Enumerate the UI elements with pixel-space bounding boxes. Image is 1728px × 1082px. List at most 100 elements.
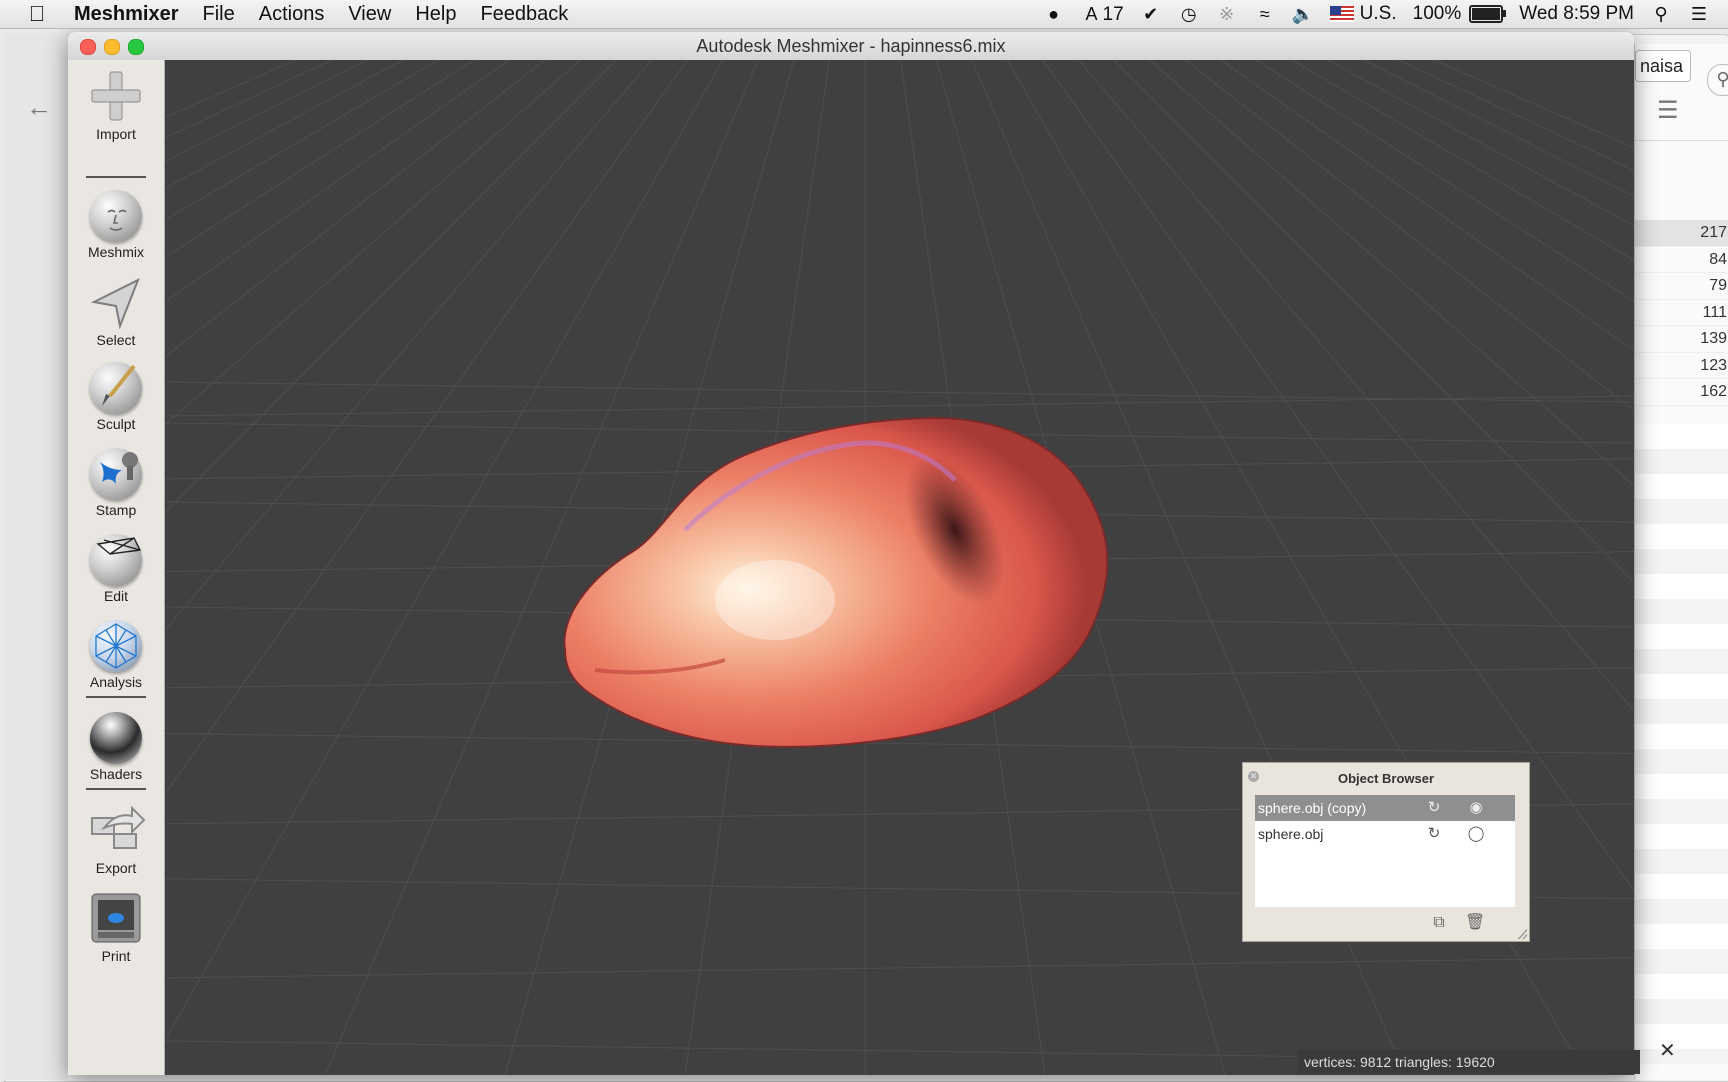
tool-edit[interactable]: Edit bbox=[68, 534, 164, 604]
bluetooth-icon[interactable]: ※ bbox=[1216, 3, 1238, 25]
background-close-icon[interactable]: ✕ bbox=[1659, 1038, 1676, 1063]
tool-palette: Import Meshmix Select Sculpt Stamp Edit … bbox=[68, 60, 165, 1075]
window-close-button[interactable] bbox=[80, 39, 96, 55]
background-number: 111 bbox=[1635, 300, 1728, 326]
window-title: Autodesk Meshmixer - hapinness6.mix bbox=[696, 36, 1006, 56]
apple-menu-icon[interactable]:  bbox=[0, 1, 74, 27]
background-empty-rows bbox=[1635, 424, 1728, 1064]
background-number: 139 bbox=[1635, 326, 1728, 353]
stamp-ball-icon bbox=[90, 448, 142, 500]
tool-label: Select bbox=[96, 332, 136, 348]
checkmark-app-icon[interactable]: ✔ bbox=[1140, 3, 1162, 25]
tool-label: Stamp bbox=[95, 502, 137, 518]
brush-ball-icon bbox=[90, 362, 142, 414]
battery-menu[interactable]: 100% bbox=[1412, 3, 1507, 25]
tool-export[interactable]: Export bbox=[68, 804, 164, 876]
menu-actions[interactable]: Actions bbox=[259, 3, 325, 26]
input-source-label: U.S. bbox=[1359, 3, 1397, 24]
tool-label: Edit bbox=[103, 588, 129, 604]
tool-stamp[interactable]: Stamp bbox=[68, 448, 164, 518]
window-titlebar: Autodesk Meshmixer - hapinness6.mix bbox=[68, 32, 1634, 61]
tool-label: Shaders bbox=[89, 766, 143, 782]
menu-file[interactable]: File bbox=[203, 3, 235, 26]
tool-label: Import bbox=[96, 126, 136, 142]
background-number: 162 bbox=[1635, 379, 1728, 406]
app-menu[interactable]: Meshmixer bbox=[74, 3, 179, 26]
system-menu-bar:  Meshmixer File Actions View Help Feedb… bbox=[0, 0, 1728, 29]
background-window-left-pane bbox=[4, 34, 68, 1080]
background-number: 84 bbox=[1635, 247, 1728, 273]
tool-shaders[interactable]: Shaders bbox=[68, 712, 164, 782]
background-number: 79 bbox=[1635, 273, 1728, 300]
window-zoom-button[interactable] bbox=[128, 39, 144, 55]
tool-separator bbox=[86, 176, 146, 178]
object-name: sphere.obj bbox=[1258, 826, 1324, 842]
chrome-ball-icon bbox=[90, 712, 142, 764]
mesh-stats-status: vertices: 9812 triangles: 19620 bbox=[1298, 1050, 1640, 1074]
tool-select[interactable]: Select bbox=[68, 276, 164, 348]
wifi-icon[interactable]: ≈ bbox=[1254, 3, 1276, 25]
notification-center-icon[interactable]: ☰ bbox=[1688, 3, 1710, 25]
background-number: 217 bbox=[1635, 220, 1728, 247]
object-name: sphere.obj (copy) bbox=[1258, 800, 1367, 816]
input-source-menu[interactable]: U.S. bbox=[1329, 3, 1397, 25]
wireframe-ball-icon bbox=[90, 534, 142, 586]
visibility-eye-icon[interactable]: ◯ bbox=[1467, 825, 1485, 843]
tool-meshmix[interactable]: Meshmix bbox=[68, 190, 164, 260]
resize-grip-icon[interactable] bbox=[1517, 929, 1527, 939]
clock[interactable]: Wed 8:59 PM bbox=[1519, 3, 1634, 25]
tool-import[interactable]: Import bbox=[68, 68, 164, 142]
menu-feedback[interactable]: Feedback bbox=[480, 3, 568, 26]
notification-tray[interactable]: A 17 bbox=[1081, 3, 1124, 26]
battery-icon bbox=[1469, 5, 1507, 23]
object-row-selected[interactable]: sphere.obj (copy) ↻ ◉ bbox=[1255, 795, 1515, 821]
object-browser-title: Object Browser bbox=[1337, 771, 1435, 786]
tool-label: Print bbox=[101, 948, 131, 964]
tool-print[interactable]: Print bbox=[68, 890, 164, 964]
background-number-column: 217 84 79 111 139 123 162 bbox=[1635, 220, 1728, 406]
pivot-icon[interactable]: ↻ bbox=[1425, 825, 1443, 843]
visibility-eye-icon[interactable]: ◉ bbox=[1467, 799, 1485, 817]
background-menu-icon[interactable]: ☰ bbox=[1657, 96, 1679, 125]
us-flag-icon bbox=[1329, 6, 1354, 22]
tool-sculpt[interactable]: Sculpt bbox=[68, 362, 164, 432]
object-list: sphere.obj (copy) ↻ ◉ sphere.obj ↻ ◯ bbox=[1255, 795, 1515, 907]
adobe-icon: A bbox=[1085, 3, 1098, 24]
menu-help[interactable]: Help bbox=[415, 3, 456, 26]
tool-analysis[interactable]: Analysis bbox=[68, 620, 164, 690]
tool-separator bbox=[86, 788, 146, 790]
trash-icon[interactable]: 🗑 bbox=[1465, 913, 1485, 933]
background-number: 123 bbox=[1635, 353, 1728, 379]
object-row[interactable]: sphere.obj ↻ ◯ bbox=[1255, 821, 1515, 847]
tool-label: Export bbox=[95, 860, 137, 876]
background-window-right-pane: naisa ⚲ ☰ 217 84 79 111 139 123 162 ✕ bbox=[1634, 44, 1728, 1080]
background-name-field[interactable]: naisa bbox=[1635, 50, 1691, 82]
mesh-model[interactable] bbox=[563, 416, 1109, 748]
export-arrow-icon bbox=[91, 805, 146, 849]
plus-icon bbox=[91, 71, 141, 121]
background-search-icon[interactable]: ⚲ bbox=[1707, 64, 1728, 96]
background-header bbox=[1635, 140, 1728, 232]
menu-view[interactable]: View bbox=[348, 3, 391, 26]
back-arrow-icon[interactable]: ← bbox=[26, 92, 52, 123]
notification-count: 17 bbox=[1102, 3, 1124, 25]
battery-percent: 100% bbox=[1412, 3, 1462, 24]
face-ball-icon bbox=[90, 190, 142, 242]
time-machine-icon[interactable]: ◷ bbox=[1178, 3, 1200, 25]
tool-separator bbox=[86, 696, 146, 698]
pivot-icon[interactable]: ↻ bbox=[1425, 799, 1443, 817]
3d-viewport[interactable]: ✕ Object Browser sphere.obj (copy) ↻ ◉ s… bbox=[165, 60, 1634, 1075]
tool-label: Meshmix bbox=[87, 244, 144, 260]
evernote-icon[interactable]: ● bbox=[1043, 3, 1065, 25]
tool-label: Sculpt bbox=[96, 416, 136, 432]
printer-icon bbox=[91, 893, 141, 943]
object-browser-panel: ✕ Object Browser sphere.obj (copy) ↻ ◉ s… bbox=[1242, 762, 1530, 942]
meshmixer-window: Autodesk Meshmixer - hapinness6.mix Impo… bbox=[68, 32, 1634, 1075]
duplicate-icon[interactable]: ⧉ bbox=[1429, 913, 1449, 933]
window-minimize-button[interactable] bbox=[104, 39, 120, 55]
battery-fill bbox=[1472, 8, 1501, 20]
volume-icon[interactable]: 🔈 bbox=[1292, 3, 1314, 25]
tool-label: Analysis bbox=[89, 674, 143, 690]
spotlight-search-icon[interactable]: ⚲ bbox=[1650, 3, 1672, 25]
object-browser-footer: ⧉ 🗑 bbox=[1243, 913, 1529, 937]
